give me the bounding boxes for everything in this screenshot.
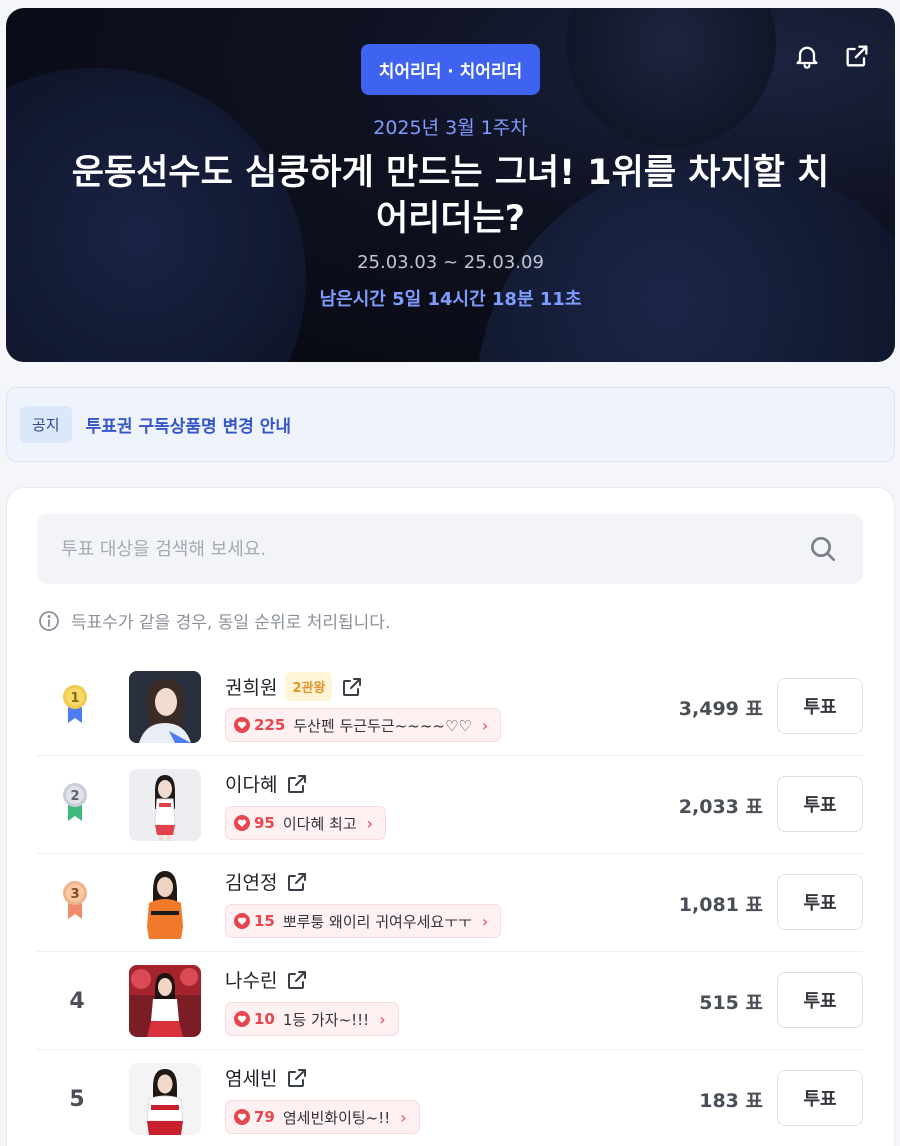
comment-text: 뽀루퉁 왜이리 귀여우세요ㅜㅜ xyxy=(282,912,472,931)
chevron-right-icon: › xyxy=(481,911,489,931)
hero-banner: 치어리더 · 치어리더 2025년 3월 1주차 운동선수도 심쿵하게 만드는 … xyxy=(6,8,895,362)
comment-chip[interactable]: 10 1등 가자~!!! › xyxy=(225,1002,399,1036)
notice-tag: 공지 xyxy=(20,406,72,443)
comment-text: 이다혜 최고 xyxy=(282,814,357,833)
hero-content: 치어리더 · 치어리더 2025년 3월 1주차 운동선수도 심쿵하게 만드는 … xyxy=(6,44,895,311)
remaining-time: 남은시간 5일 14시간 18분 11초 xyxy=(319,289,582,310)
comment-count: 10 xyxy=(254,1010,275,1028)
category-pill[interactable]: 치어리더 · 치어리더 xyxy=(360,44,541,95)
info-note: 득표수가 같을 경우, 동일 순위로 처리됩니다. xyxy=(37,608,390,633)
comment-count: 95 xyxy=(254,814,275,832)
notice-banner[interactable]: 공지 투표권 구독상품명 변경 안내 xyxy=(6,387,895,462)
vote-button[interactable]: 투표 xyxy=(777,972,863,1028)
avatar[interactable] xyxy=(129,965,201,1037)
comment-text: 1등 가자~!!! xyxy=(282,1010,370,1029)
external-link-icon[interactable] xyxy=(340,675,364,699)
chevron-right-icon: › xyxy=(400,1107,407,1127)
external-link-icon[interactable] xyxy=(285,968,309,992)
search-bar xyxy=(37,514,863,584)
search-input[interactable] xyxy=(61,538,807,560)
candidate-name[interactable]: 이다혜 xyxy=(225,770,277,797)
comment-text: 두산펜 두근두근~~~~♡♡ xyxy=(293,716,472,735)
chevron-right-icon: › xyxy=(366,813,374,833)
ranking-row: 3 김연정 15 뽀루퉁 왜이리 귀여우세요ㅜㅜ › 1,081 표 투표 xyxy=(37,854,863,952)
comment-count: 79 xyxy=(254,1108,275,1126)
name-line: 김연정 xyxy=(225,868,309,895)
notice-text: 투표권 구독상품명 변경 안내 xyxy=(85,417,292,437)
avatar[interactable] xyxy=(129,671,201,743)
rank-number: 4 xyxy=(69,988,85,1014)
heart-icon xyxy=(234,913,250,929)
vote-count: 1,081 표 xyxy=(678,893,763,916)
comment-chip[interactable]: 95 이다혜 최고 › xyxy=(225,806,387,840)
vote-button[interactable]: 투표 xyxy=(777,776,863,832)
info-icon xyxy=(39,610,59,631)
candidate-name[interactable]: 나수린 xyxy=(225,966,277,993)
candidate-name[interactable]: 김연정 xyxy=(225,868,277,895)
comment-text: 염세빈화이팅~!! xyxy=(282,1108,391,1127)
vote-count: 515 표 xyxy=(699,991,763,1014)
comment-chip[interactable]: 225 두산펜 두근두근~~~~♡♡ › xyxy=(225,708,502,742)
candidate-name[interactable]: 염세빈 xyxy=(225,1064,277,1091)
bronze-medal-icon: 3 xyxy=(63,881,87,919)
share-icon[interactable] xyxy=(843,42,871,70)
avatar[interactable] xyxy=(129,1063,201,1135)
ranking-list: 1 권희원 2관왕 225 두산펜 두근두근~~~~♡♡ › 3,499 표 투… xyxy=(37,658,863,1146)
heart-icon xyxy=(234,717,250,733)
vote-count: 2,033 표 xyxy=(678,795,763,818)
ranking-row: 2 이다혜 95 이다혜 최고 › 2,033 표 투표 xyxy=(37,756,863,854)
hero-actions xyxy=(793,42,871,70)
avatar[interactable] xyxy=(129,867,201,939)
medal-rank: 1 xyxy=(70,691,79,706)
vote-week: 2025년 3월 1주차 xyxy=(373,117,528,139)
vote-button[interactable]: 투표 xyxy=(777,874,863,930)
bell-icon[interactable] xyxy=(793,42,821,70)
page-title: 운동선수도 심쿵하게 만드는 그녀! 1위를 차지할 치어리더는? xyxy=(71,153,830,239)
avatar[interactable] xyxy=(129,769,201,841)
ranking-row: 5 염세빈 79 염세빈화이팅~!! › 183 표 투표 xyxy=(37,1050,863,1146)
heart-icon xyxy=(234,1011,250,1027)
gold-medal-icon: 1 xyxy=(63,685,87,723)
medal-rank: 3 xyxy=(70,887,79,902)
search-icon[interactable] xyxy=(807,533,839,565)
vote-count: 183 표 xyxy=(699,1089,763,1112)
comment-count: 15 xyxy=(254,912,275,930)
external-link-icon[interactable] xyxy=(285,772,309,796)
comment-count: 225 xyxy=(254,716,286,734)
candidate-name[interactable]: 권희원 xyxy=(225,673,277,700)
name-line: 권희원 2관왕 xyxy=(225,672,364,701)
ranking-row: 1 권희원 2관왕 225 두산펜 두근두근~~~~♡♡ › 3,499 표 투… xyxy=(37,658,863,756)
name-line: 이다혜 xyxy=(225,770,309,797)
vote-button[interactable]: 투표 xyxy=(777,1070,863,1126)
ranking-row: 4 나수린 10 1등 가자~!!! › 515 표 투표 xyxy=(37,952,863,1050)
medal-rank: 2 xyxy=(70,789,79,804)
chevron-right-icon: › xyxy=(481,715,489,735)
heart-icon xyxy=(234,815,250,831)
vote-count: 3,499 표 xyxy=(678,697,763,720)
external-link-icon[interactable] xyxy=(285,1066,309,1090)
ranking-card: 득표수가 같을 경우, 동일 순위로 처리됩니다. 1 xyxy=(6,487,895,1146)
comment-chip[interactable]: 15 뽀루퉁 왜이리 귀여우세요ㅜㅜ › xyxy=(225,904,502,938)
comment-chip[interactable]: 79 염세빈화이팅~!! › xyxy=(225,1100,420,1134)
silver-medal-icon: 2 xyxy=(63,783,87,821)
external-link-icon[interactable] xyxy=(285,870,309,894)
name-line: 염세빈 xyxy=(225,1064,309,1091)
rank-number: 5 xyxy=(69,1086,85,1112)
info-text: 득표수가 같을 경우, 동일 순위로 처리됩니다. xyxy=(71,613,391,633)
vote-period: 25.03.03 ~ 25.03.09 xyxy=(357,252,544,273)
heart-icon xyxy=(234,1109,250,1125)
vote-button[interactable]: 투표 xyxy=(777,678,863,734)
title-badge: 2관왕 xyxy=(285,672,333,701)
chevron-right-icon: › xyxy=(379,1009,386,1029)
name-line: 나수린 xyxy=(225,966,309,993)
